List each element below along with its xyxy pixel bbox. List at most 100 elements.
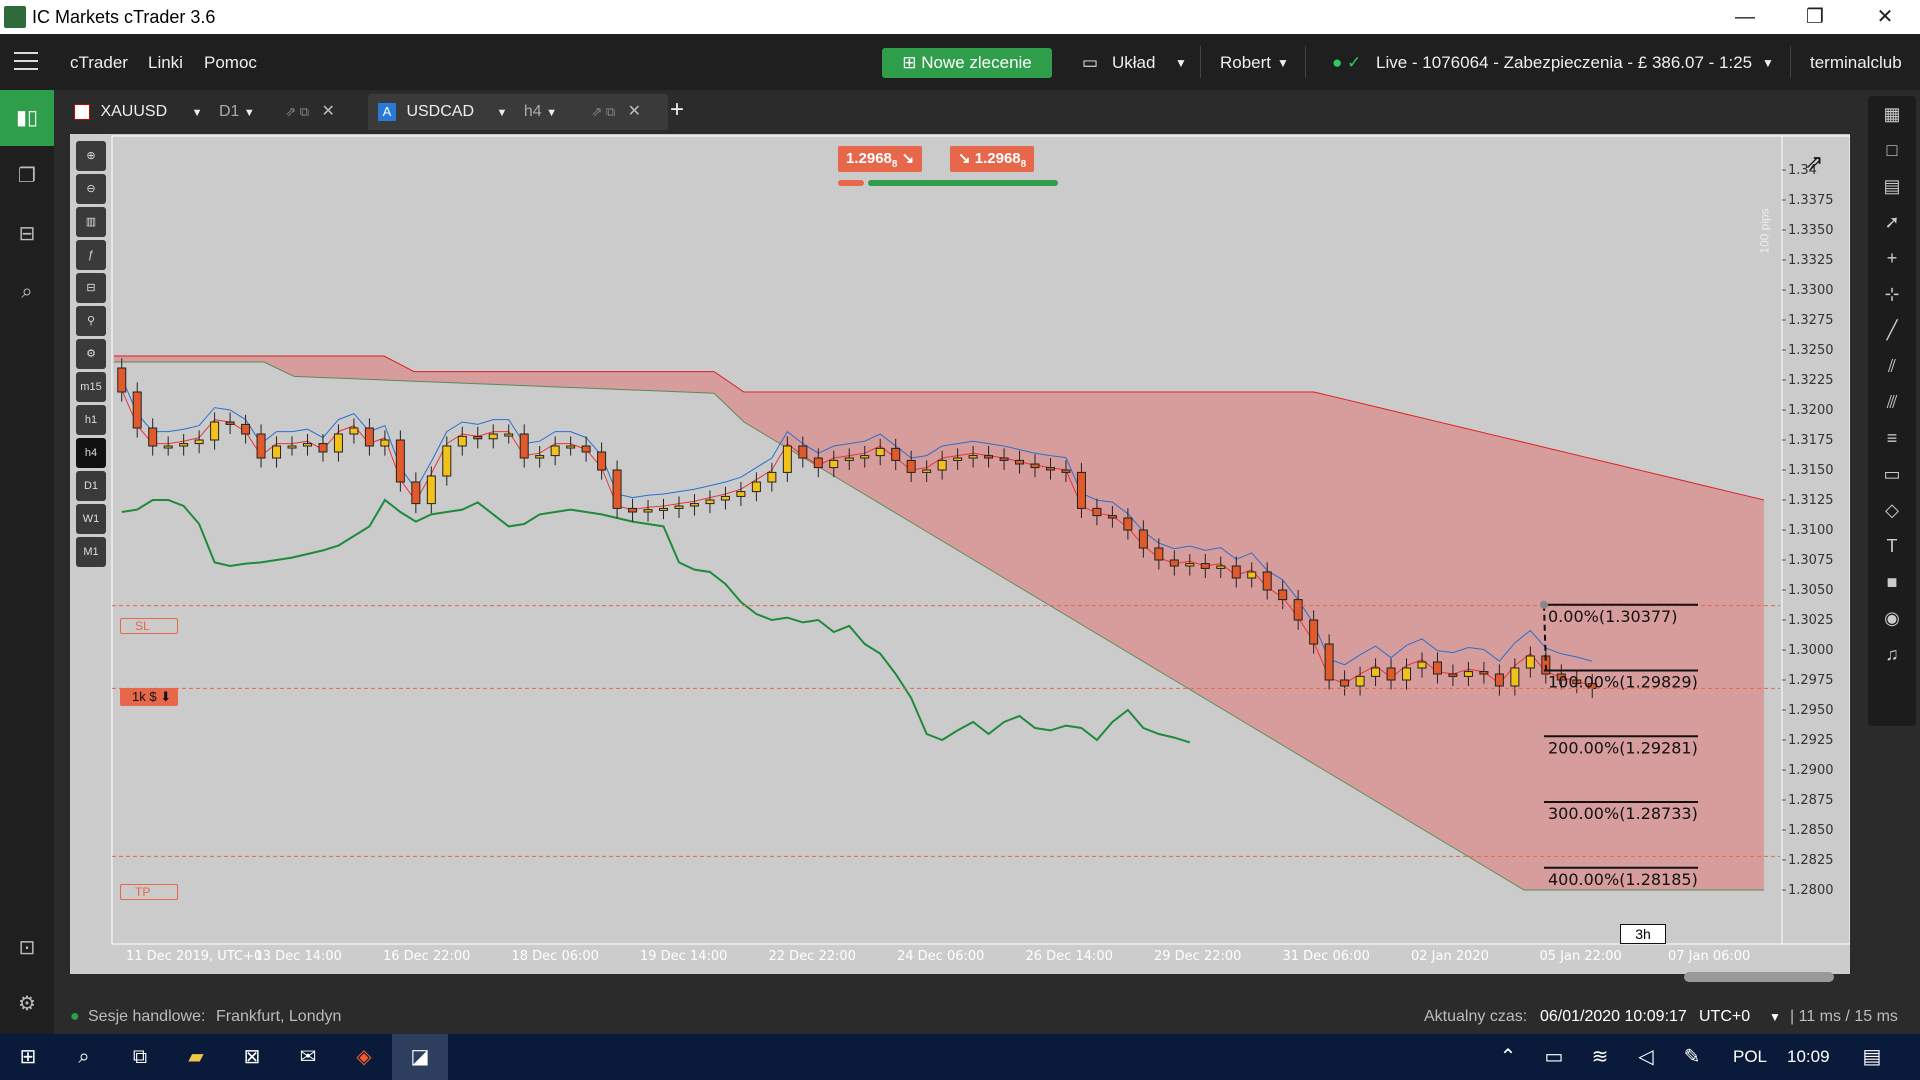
- layout-chevron-icon[interactable]: ▼: [1175, 56, 1187, 70]
- tf-d1[interactable]: D1: [76, 471, 106, 501]
- file-explorer-icon[interactable]: ▰: [168, 1034, 224, 1080]
- tf-h4[interactable]: h4: [76, 438, 106, 468]
- detach-icon[interactable]: ⇗ ⧉: [591, 104, 615, 119]
- timeframe-label[interactable]: h4: [524, 103, 542, 120]
- brave-browser-icon[interactable]: ◈: [336, 1034, 392, 1080]
- sl-marker[interactable]: SL: [120, 618, 178, 634]
- pen-icon[interactable]: ✎: [1664, 1034, 1720, 1080]
- chart-area[interactable]: 1.34 1.3375 1.3350 1.3325 1.3300 1.3275 1.3250…: [70, 134, 1850, 982]
- candle-body: [705, 499, 715, 505]
- add-tab-icon[interactable]: +: [670, 92, 684, 128]
- candle-body: [1247, 571, 1257, 579]
- timezone-select[interactable]: UTC+0: [1699, 1008, 1750, 1026]
- tf-mn1[interactable]: M1: [76, 537, 106, 567]
- language-indicator[interactable]: POL: [1733, 1047, 1767, 1067]
- templates-icon[interactable]: ⚲: [76, 306, 106, 336]
- detach-icon[interactable]: ⇗ ⧉: [285, 104, 309, 119]
- ctrader-taskbar-icon[interactable]: ◪: [392, 1034, 448, 1080]
- shape-icon[interactable]: ◇: [1868, 492, 1916, 528]
- trendline-icon[interactable]: ╱: [1868, 312, 1916, 348]
- symbol-chevron-icon[interactable]: ▼: [496, 107, 507, 119]
- zoom-in-icon[interactable]: ⊕: [76, 141, 106, 171]
- windows-start-icon[interactable]: ⊞: [0, 1034, 56, 1080]
- indicators-icon[interactable]: ƒ: [76, 240, 106, 270]
- notification-icon[interactable]: ▤: [1844, 1034, 1900, 1080]
- candle-body: [1231, 565, 1241, 579]
- buy-button[interactable]: ↘ 1.29688: [950, 146, 1035, 172]
- expand-icon[interactable]: ⇗: [1805, 150, 1831, 176]
- settings-gear-icon[interactable]: ⚙: [0, 976, 54, 1032]
- price-tick-label: 1.3300: [1788, 283, 1834, 298]
- channel-icon[interactable]: ⫻: [1868, 384, 1916, 420]
- candle-body: [922, 469, 932, 473]
- user-menu[interactable]: Robert: [1220, 53, 1271, 73]
- tf-m15[interactable]: m15: [76, 372, 106, 402]
- alert-bell-icon[interactable]: ♫: [1868, 636, 1916, 672]
- timeframe-chevron-icon[interactable]: ▼: [244, 107, 255, 119]
- candle-body: [194, 439, 204, 445]
- tab-usdcad[interactable]: A USDCAD ▼ h4 ▼ ⇗ ⧉ ✕: [368, 94, 668, 130]
- price-tick-label: 1.2800: [1788, 883, 1834, 898]
- time-tick-label: 07 Jan 06:00: [1668, 949, 1750, 964]
- user-chevron-icon[interactable]: ▼: [1277, 56, 1289, 70]
- timezone-chevron-icon[interactable]: ▼: [1769, 1010, 1781, 1024]
- symbol-flag-icon: [74, 103, 90, 120]
- robot-icon[interactable]: ⊟: [76, 273, 106, 303]
- chart-type-icon[interactable]: ▥: [76, 207, 106, 237]
- measure-icon[interactable]: ⊹: [1868, 276, 1916, 312]
- horizontal-scrollbar[interactable]: [1684, 972, 1834, 982]
- timeframe-chevron-icon[interactable]: ▼: [546, 107, 557, 119]
- fib-label: 0.00%(1.30377): [1548, 607, 1677, 626]
- menu-linki[interactable]: Linki: [148, 53, 183, 73]
- new-order-button[interactable]: ⊞ Nowe zlecenie: [882, 48, 1052, 78]
- minimize-button[interactable]: —: [1710, 0, 1780, 34]
- trade-icon[interactable]: ▮▯: [0, 90, 54, 146]
- toolbox-icon[interactable]: ⊡: [0, 920, 54, 976]
- analyze-icon[interactable]: ⌕: [0, 264, 54, 320]
- tp-marker[interactable]: TP: [120, 884, 178, 900]
- task-view-icon[interactable]: ⧉: [112, 1034, 168, 1080]
- fibonacci-icon[interactable]: ≡: [1868, 420, 1916, 456]
- menu-ctrader[interactable]: cTrader: [70, 53, 128, 73]
- screenshot-icon[interactable]: ◉: [1868, 600, 1916, 636]
- taskbar-clock[interactable]: 10:09: [1787, 1047, 1830, 1067]
- split-layout-icon[interactable]: ▤: [1868, 168, 1916, 204]
- grid-layout-icon[interactable]: ▦: [1868, 96, 1916, 132]
- cursor-icon[interactable]: ➚: [1868, 204, 1916, 240]
- search-icon[interactable]: ⌕: [56, 1034, 112, 1080]
- layout-menu[interactable]: Układ: [1112, 53, 1155, 73]
- tf-w1[interactable]: W1: [76, 504, 106, 534]
- menu-pomoc[interactable]: Pomoc: [204, 53, 257, 73]
- mail-icon[interactable]: ✉: [280, 1034, 336, 1080]
- store-icon[interactable]: ⊠: [224, 1034, 280, 1080]
- color-icon[interactable]: ■: [1868, 564, 1916, 600]
- account-info[interactable]: Live - 1076064 - Zabezpieczenia - £ 386.…: [1376, 53, 1752, 73]
- text-icon[interactable]: T: [1868, 528, 1916, 564]
- crosshair-icon[interactable]: +: [1868, 240, 1916, 276]
- tf-h1[interactable]: h1: [76, 405, 106, 435]
- timeframe-label[interactable]: D1: [219, 103, 239, 120]
- sell-button[interactable]: 1.29688 ↘: [838, 146, 923, 172]
- layout-icon[interactable]: ▭: [1082, 53, 1098, 73]
- broker-name: terminalclub: [1810, 53, 1902, 72]
- rectangle-icon[interactable]: ▭: [1868, 456, 1916, 492]
- account-chevron-icon[interactable]: ▼: [1762, 56, 1774, 70]
- hamburger-menu-icon[interactable]: [14, 52, 38, 72]
- tab-xauusd[interactable]: XAUUSD ▼ D1 ▼ ⇗ ⧉ ✕: [74, 94, 366, 130]
- symbol-chevron-icon[interactable]: ▼: [192, 107, 203, 119]
- single-layout-icon[interactable]: □: [1868, 132, 1916, 168]
- close-tab-icon[interactable]: ✕: [321, 103, 334, 120]
- restore-button[interactable]: ❐: [1780, 0, 1850, 34]
- chart-settings-icon[interactable]: ⚙: [76, 339, 106, 369]
- close-button[interactable]: ✕: [1850, 0, 1920, 34]
- time-tick-label: 16 Dec 22:00: [383, 949, 470, 964]
- session-dot-icon: ●: [70, 1008, 80, 1025]
- position-marker[interactable]: 1k $ ⬇: [120, 688, 178, 706]
- automate-icon[interactable]: ⊟: [0, 206, 54, 262]
- zoom-out-icon[interactable]: ⊖: [76, 174, 106, 204]
- close-tab-icon[interactable]: ✕: [628, 103, 641, 120]
- copy-icon[interactable]: ❐: [0, 148, 54, 204]
- price-tick-label: 1.2875: [1788, 793, 1834, 808]
- pitchfork-icon[interactable]: ⫽: [1868, 348, 1916, 384]
- price-tick-label: 1.3075: [1788, 553, 1834, 568]
